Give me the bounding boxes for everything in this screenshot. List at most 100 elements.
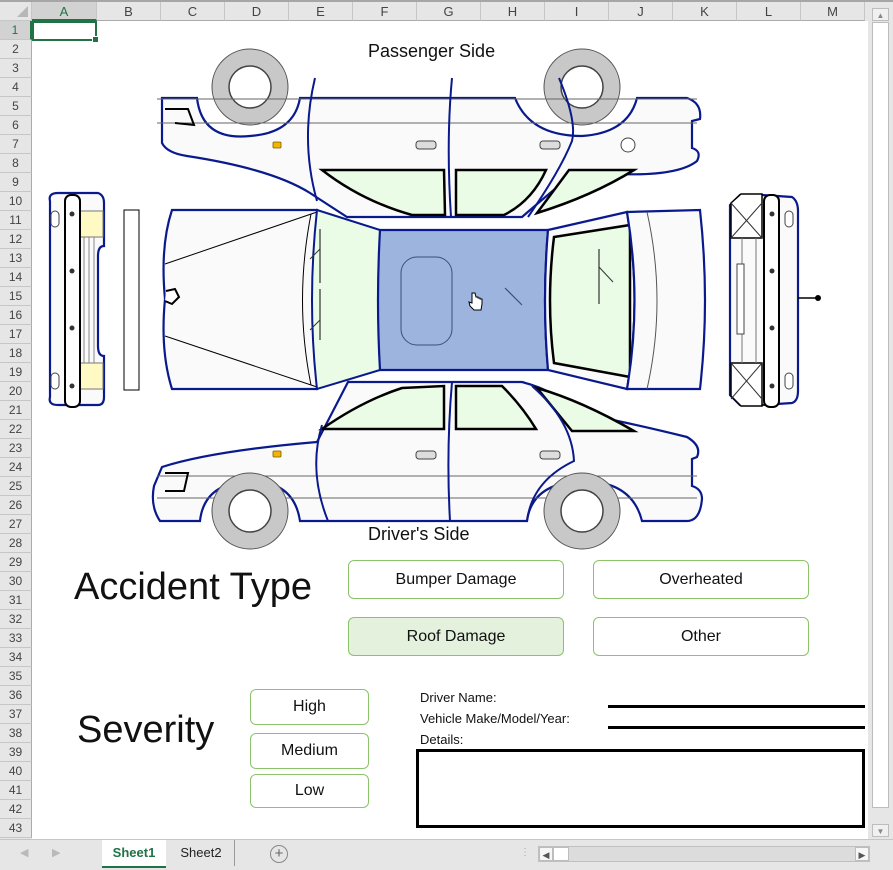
- column-header-c[interactable]: C: [161, 2, 225, 21]
- other-button[interactable]: Other: [593, 617, 809, 656]
- row-header-17[interactable]: 17: [0, 325, 32, 344]
- passenger-side-view[interactable]: [157, 48, 702, 219]
- column-header-h[interactable]: H: [481, 2, 545, 21]
- row-header-41[interactable]: 41: [0, 781, 32, 800]
- severity-title: Severity: [77, 709, 215, 751]
- sheet-tab-sheet2[interactable]: Sheet2: [168, 840, 235, 866]
- row-header-16[interactable]: 16: [0, 306, 32, 325]
- row-header-2[interactable]: 2: [0, 40, 32, 59]
- row-header-35[interactable]: 35: [0, 667, 32, 686]
- row-header-24[interactable]: 24: [0, 458, 32, 477]
- column-header-e[interactable]: E: [289, 2, 353, 21]
- row-header-22[interactable]: 22: [0, 420, 32, 439]
- column-header-b[interactable]: B: [97, 2, 161, 21]
- row-header-32[interactable]: 32: [0, 610, 32, 629]
- horizontal-scroll-thumb[interactable]: [553, 847, 569, 861]
- row-header-7[interactable]: 7: [0, 135, 32, 154]
- row-header-14[interactable]: 14: [0, 268, 32, 287]
- row-header-33[interactable]: 33: [0, 629, 32, 648]
- column-headers: ABCDEFGHIJKLM: [32, 2, 868, 21]
- splitter-handle-icon[interactable]: ⋮: [520, 847, 530, 858]
- car-damage-diagram: [48, 48, 821, 550]
- row-header-8[interactable]: 8: [0, 154, 32, 173]
- row-header-29[interactable]: 29: [0, 553, 32, 572]
- add-sheet-icon[interactable]: +: [270, 845, 288, 863]
- overheated-button[interactable]: Overheated: [593, 560, 809, 599]
- column-header-f[interactable]: F: [353, 2, 417, 21]
- row-headers: 1 2 3 4 5 6 7 8 9 10 11 12 13 14 15 16 17 18 19 20 21 22 23 24 2…: [0, 21, 32, 839]
- sunroof[interactable]: [400, 256, 453, 346]
- row-header-1[interactable]: 1: [0, 21, 32, 40]
- scroll-left-arrow-icon[interactable]: ◀: [539, 847, 553, 861]
- passenger-side-label: Passenger Side: [368, 41, 496, 61]
- row-header-19[interactable]: 19: [0, 363, 32, 382]
- row-header-42[interactable]: 42: [0, 800, 32, 819]
- row-header-6[interactable]: 6: [0, 116, 32, 135]
- scroll-down-arrow-icon[interactable]: ▼: [872, 824, 889, 837]
- row-header-28[interactable]: 28: [0, 534, 32, 553]
- column-header-j[interactable]: J: [609, 2, 673, 21]
- row-header-37[interactable]: 37: [0, 705, 32, 724]
- row-header-26[interactable]: 26: [0, 496, 32, 515]
- row-header-25[interactable]: 25: [0, 477, 32, 496]
- vertical-scroll-thumb[interactable]: [872, 22, 889, 808]
- select-all-corner[interactable]: [0, 2, 32, 21]
- row-header-3[interactable]: 3: [0, 59, 32, 78]
- scroll-up-arrow-icon[interactable]: ▲: [872, 8, 889, 21]
- bumper-damage-button[interactable]: Bumper Damage: [348, 560, 564, 599]
- next-sheet-arrow-icon[interactable]: ▶: [52, 846, 60, 859]
- vehicle-make-model-year-label: Vehicle Make/Model/Year:: [420, 711, 570, 726]
- column-header-i[interactable]: I: [545, 2, 609, 21]
- column-header-g[interactable]: G: [417, 2, 481, 21]
- column-header-m[interactable]: M: [801, 2, 865, 21]
- sheet-tab-sheet1[interactable]: Sheet1: [102, 840, 166, 868]
- severity-high-button[interactable]: High: [250, 689, 369, 725]
- row-header-5[interactable]: 5: [0, 97, 32, 116]
- rear-windshield[interactable]: [311, 208, 381, 391]
- column-header-l[interactable]: L: [737, 2, 801, 21]
- rear-trunk-panel[interactable]: [162, 208, 319, 391]
- row-header-15[interactable]: 15: [0, 287, 32, 306]
- scroll-right-arrow-icon[interactable]: ▶: [855, 847, 869, 861]
- row-header-9[interactable]: 9: [0, 173, 32, 192]
- column-header-d[interactable]: D: [225, 2, 289, 21]
- row-header-13[interactable]: 13: [0, 249, 32, 268]
- column-header-k[interactable]: K: [673, 2, 737, 21]
- row-header-11[interactable]: 11: [0, 211, 32, 230]
- row-header-43[interactable]: 43: [0, 819, 32, 838]
- top-view[interactable]: [162, 208, 707, 391]
- sheet-tab-bar: ◀ ▶ Sheet1 Sheet2 + ⋮ ◀ ▶: [0, 839, 893, 870]
- row-header-10[interactable]: 10: [0, 192, 32, 211]
- hood-panel[interactable]: [625, 208, 707, 391]
- row-header-12[interactable]: 12: [0, 230, 32, 249]
- column-header-a[interactable]: A: [32, 2, 97, 21]
- horizontal-scrollbar[interactable]: ◀ ▶: [538, 846, 870, 862]
- driver-name-field[interactable]: [608, 705, 865, 708]
- row-header-30[interactable]: 30: [0, 572, 32, 591]
- row-header-31[interactable]: 31: [0, 591, 32, 610]
- driver-name-label: Driver Name:: [420, 690, 497, 705]
- row-header-21[interactable]: 21: [0, 401, 32, 420]
- prev-sheet-arrow-icon[interactable]: ◀: [20, 846, 28, 859]
- severity-low-button[interactable]: Low: [250, 774, 369, 808]
- row-header-4[interactable]: 4: [0, 78, 32, 97]
- row-header-18[interactable]: 18: [0, 344, 32, 363]
- row-header-36[interactable]: 36: [0, 686, 32, 705]
- drivers-side-label: Driver's Side: [368, 524, 470, 544]
- rear-view[interactable]: [48, 191, 140, 408]
- row-header-40[interactable]: 40: [0, 762, 32, 781]
- roof-damage-button[interactable]: Roof Damage: [348, 617, 564, 656]
- vertical-scrollbar[interactable]: ▲ ▼: [868, 2, 893, 839]
- row-header-23[interactable]: 23: [0, 439, 32, 458]
- details-textbox[interactable]: [416, 749, 865, 828]
- row-header-39[interactable]: 39: [0, 743, 32, 762]
- row-header-27[interactable]: 27: [0, 515, 32, 534]
- severity-medium-button[interactable]: Medium: [250, 733, 369, 769]
- row-header-38[interactable]: 38: [0, 724, 32, 743]
- rear-plate-strip: [123, 209, 140, 391]
- row-header-20[interactable]: 20: [0, 382, 32, 401]
- vehicle-make-model-year-field[interactable]: [608, 726, 865, 729]
- worksheet-grid[interactable]: Passenger Side Driver's Side Accident Ty…: [32, 21, 868, 839]
- front-view[interactable]: [728, 193, 821, 408]
- row-header-34[interactable]: 34: [0, 648, 32, 667]
